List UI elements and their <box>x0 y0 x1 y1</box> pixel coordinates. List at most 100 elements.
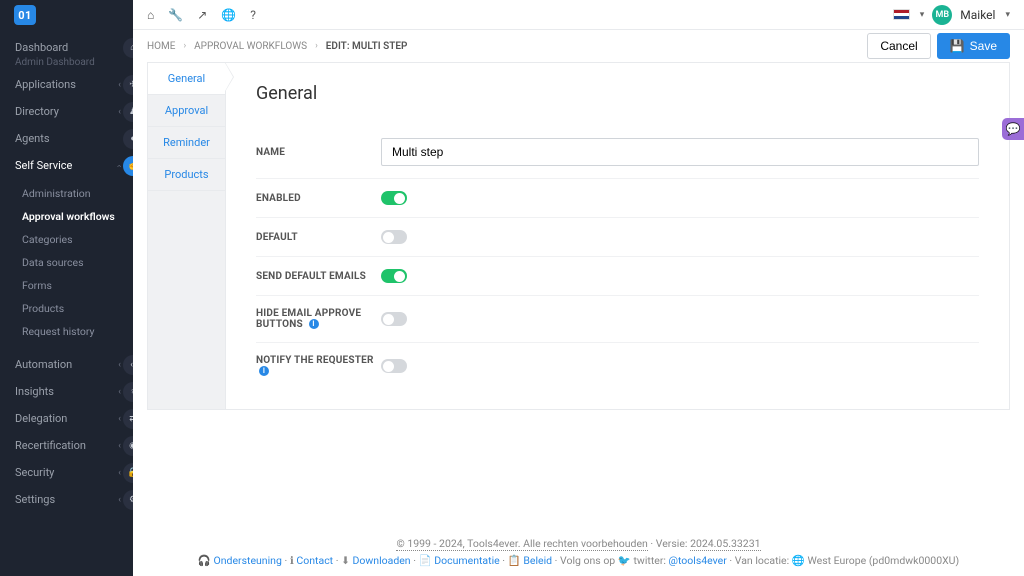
save-button[interactable]: 💾 Save <box>937 33 1010 59</box>
hide-email-approve-buttons-toggle[interactable] <box>381 312 407 326</box>
chevron-right-icon: › <box>183 41 186 51</box>
form-area: General Name Enabled Default <box>226 63 1009 409</box>
send-default-emails-toggle[interactable] <box>381 269 407 283</box>
breadcrumb-current: EDIT: MULTI STEP <box>326 41 408 52</box>
field-notify-requester: Notify the requester i <box>256 343 979 389</box>
field-default: Default <box>256 218 979 257</box>
home-icon: ⌂ <box>123 38 133 58</box>
sidebar-item-forms[interactable]: Forms <box>0 274 133 297</box>
sidebar-item-approval-workflows[interactable]: Approval workflows <box>0 205 133 228</box>
user-menu[interactable]: ▾ MB Maikel ▾ <box>893 5 1010 25</box>
sidebar: 01 Dashboard ⌂ Admin Dashboard Applicati… <box>0 0 133 576</box>
gear-icon: ⚙ <box>123 490 133 510</box>
sidebar-item-label: Applications <box>15 78 76 91</box>
name-input[interactable] <box>381 138 979 166</box>
chevron-down-icon: ▾ <box>1005 10 1010 20</box>
chat-icon: 💬 <box>1006 122 1021 136</box>
sidebar-item-self-service[interactable]: Self Service › ☝ <box>0 152 133 179</box>
footer-follow: Volg ons op <box>560 554 615 567</box>
field-label: Enabled <box>256 193 381 204</box>
enabled-toggle[interactable] <box>381 191 407 205</box>
sidebar-item-products[interactable]: Products <box>0 297 133 320</box>
twitter-icon: 🐦 <box>618 554 631 567</box>
policy-icon: 📋 <box>508 554 521 567</box>
footer-link-support[interactable]: Ondersteuning <box>214 554 282 567</box>
tab-reminder[interactable]: Reminder <box>148 127 225 159</box>
sidebar-item-agents[interactable]: Agents ◐ <box>0 125 133 152</box>
info-icon[interactable]: i <box>259 366 269 376</box>
chevron-left-icon: ‹ <box>118 495 121 505</box>
feedback-button[interactable]: 💬 <box>1002 118 1024 140</box>
globe-icon[interactable]: 🌐 <box>221 8 236 22</box>
sidebar-item-label: Delegation <box>15 412 67 425</box>
field-label: Send default emails <box>256 271 381 282</box>
sidebar-item-applications[interactable]: Applications ‹ ✈ <box>0 71 133 98</box>
footer-location: West Europe (pd0mdwk0000XU) <box>807 554 959 567</box>
sidebar-subnav-self-service: Administration Approval workflows Catego… <box>0 179 133 351</box>
chevron-left-icon: ‹ <box>118 107 121 117</box>
chevron-left-icon: ‹ <box>118 387 121 397</box>
field-label: Hide email approve buttons i <box>256 308 381 330</box>
footer-version: 2024.05.33231 <box>690 537 760 551</box>
wrench-icon[interactable]: 🔧 <box>168 8 183 22</box>
shield-icon: ◉ <box>123 436 133 456</box>
footer-link-contact[interactable]: Contact <box>296 554 333 567</box>
footer-twitter-label: twitter: <box>634 554 666 567</box>
breadcrumb-row: HOME › APPROVAL WORKFLOWS › EDIT: MULTI … <box>133 30 1024 62</box>
sidebar-item-label: Agents <box>15 132 50 145</box>
chevron-down-icon: ▾ <box>920 10 925 20</box>
footer-link-twitter[interactable]: @tools4ever <box>669 554 727 567</box>
sidebar-item-recertification[interactable]: Recertification ‹ ◉ <box>0 432 133 459</box>
field-enabled: Enabled <box>256 179 979 218</box>
save-button-label: Save <box>970 39 997 53</box>
footer-link-policy[interactable]: Beleid <box>523 554 552 567</box>
username: Maikel <box>960 8 995 22</box>
home-icon[interactable]: ⌂ <box>147 8 154 22</box>
logo[interactable]: 01 <box>0 0 133 30</box>
page-title: General <box>256 83 979 104</box>
sidebar-item-administration[interactable]: Administration <box>0 182 133 205</box>
breadcrumb-home[interactable]: HOME <box>147 41 175 52</box>
footer-copyright: © 1999 - 2024, Tools4ever. Alle rechten … <box>396 537 647 551</box>
tab-general[interactable]: General <box>148 63 225 95</box>
cancel-button[interactable]: Cancel <box>867 33 930 59</box>
info-icon[interactable]: i <box>309 319 319 329</box>
main: ⌂ 🔧 ↗ 🌐 ? ▾ MB Maikel ▾ HOME › APPROVAL … <box>133 0 1024 576</box>
notify-requester-toggle[interactable] <box>381 359 407 373</box>
default-toggle[interactable] <box>381 230 407 244</box>
sidebar-item-categories[interactable]: Categories <box>0 228 133 251</box>
sidebar-item-label: Dashboard <box>15 41 68 54</box>
sidebar-item-request-history[interactable]: Request history <box>0 320 133 343</box>
footer-location-label: Van locatie: <box>735 554 789 567</box>
agents-icon: ◐ <box>123 129 133 149</box>
help-icon[interactable]: ? <box>250 8 256 22</box>
directory-icon: ♟ <box>123 102 133 122</box>
chevron-left-icon: ‹ <box>118 468 121 478</box>
chevron-left-icon: ‹ <box>118 414 121 424</box>
bulb-icon: ♀ <box>123 382 133 402</box>
sidebar-item-directory[interactable]: Directory ‹ ♟ <box>0 98 133 125</box>
save-icon: 💾 <box>950 39 965 53</box>
sidebar-item-data-sources[interactable]: Data sources <box>0 251 133 274</box>
code-icon: ‹› <box>123 355 133 375</box>
lock-icon: 🔒 <box>123 463 133 483</box>
sidebar-item-settings[interactable]: Settings ‹ ⚙ <box>0 486 133 513</box>
tab-products[interactable]: Products <box>148 159 225 191</box>
footer-link-docs[interactable]: Documentatie <box>434 554 499 567</box>
tab-approval[interactable]: Approval <box>148 95 225 127</box>
share-icon[interactable]: ↗ <box>197 8 207 22</box>
sidebar-item-dashboard[interactable]: Dashboard ⌂ <box>0 34 133 61</box>
globe-icon: 🌐 <box>792 554 805 567</box>
topbar: ⌂ 🔧 ↗ 🌐 ? ▾ MB Maikel ▾ <box>133 0 1024 30</box>
flag-nl-icon[interactable] <box>893 9 910 20</box>
sidebar-item-delegation[interactable]: Delegation ‹ ⇄ <box>0 405 133 432</box>
sidebar-item-insights[interactable]: Insights ‹ ♀ <box>0 378 133 405</box>
sidebar-item-security[interactable]: Security ‹ 🔒 <box>0 459 133 486</box>
sidebar-item-label: Recertification <box>15 439 86 452</box>
sidebar-item-automation[interactable]: Automation ‹ ‹› <box>0 351 133 378</box>
breadcrumb-approval-workflows[interactable]: APPROVAL WORKFLOWS <box>194 41 307 52</box>
sidebar-item-label: Security <box>15 466 54 479</box>
chevron-left-icon: ‹ <box>118 80 121 90</box>
panel: General Approval Reminder Products Gener… <box>147 62 1010 410</box>
footer-link-download[interactable]: Downloaden <box>353 554 411 567</box>
